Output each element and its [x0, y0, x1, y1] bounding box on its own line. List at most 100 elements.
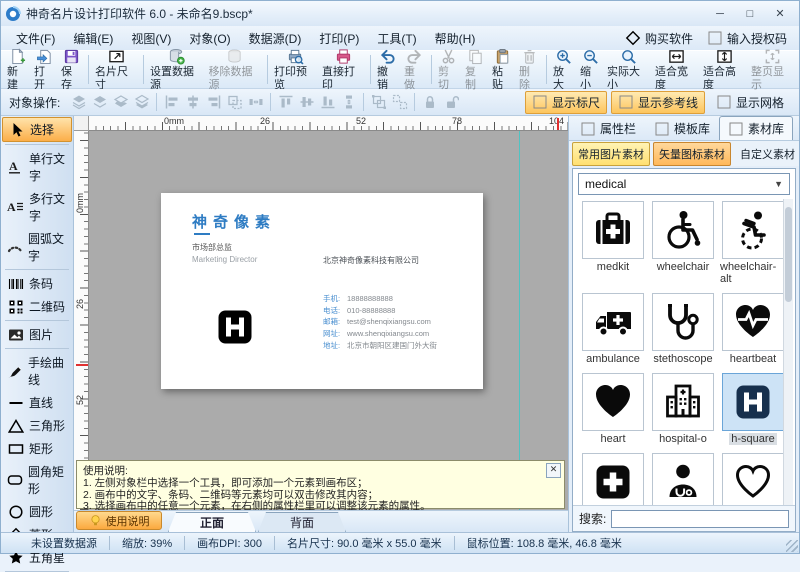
- page-tab-back[interactable]: 背面: [258, 512, 346, 532]
- horizontal-ruler[interactable]: 0mm265278104: [88, 116, 568, 131]
- toolbar-button-zoom-in[interactable]: 放大: [550, 47, 577, 93]
- toolbar-button-doc-new[interactable]: 新建: [4, 47, 31, 93]
- toolbar-button-fit-height[interactable]: 适合高度: [700, 47, 748, 93]
- sidebar-tool-barcode[interactable]: 条码: [2, 272, 72, 295]
- close-button[interactable]: ✕: [765, 4, 795, 23]
- toolbar-button-paste[interactable]: 粘贴: [489, 47, 516, 93]
- toolbar-button-undo[interactable]: 撤销: [374, 47, 401, 93]
- card-contact-row[interactable]: 邮箱:test@shenqixiangsu.com: [323, 316, 437, 328]
- toolbar-button-doc-open[interactable]: 打开: [31, 47, 58, 93]
- toolbar-button-copy[interactable]: 复制: [462, 47, 489, 93]
- object-op-unlock-button[interactable]: [440, 93, 461, 111]
- help-close-button[interactable]: ✕: [546, 463, 561, 478]
- material-subtab-3[interactable]: 自定义素材: [734, 142, 800, 166]
- card-company[interactable]: 北京神奇像素科技有限公司: [323, 255, 419, 266]
- material-tile-heart-o[interactable]: [722, 453, 784, 505]
- sidebar-tool-image[interactable]: 图片: [2, 323, 72, 346]
- object-op-group-button[interactable]: [368, 93, 389, 111]
- toolbar-button-fit-page[interactable]: 整页显示: [748, 47, 796, 93]
- material-tile-h-square[interactable]: [722, 373, 784, 431]
- toolbar-button-zoom-out[interactable]: 缩小: [577, 47, 604, 93]
- toggle-guideline[interactable]: 显示参考线: [611, 91, 705, 114]
- toolbar-button-db-remove[interactable]: 移除数据源: [206, 47, 265, 93]
- resize-grip[interactable]: [786, 540, 798, 552]
- menu-right-item-1[interactable]: 购买软件: [625, 30, 693, 47]
- sidebar-tool-rect[interactable]: 矩形: [2, 437, 72, 460]
- toolbar-button-fit-width[interactable]: 适合宽度: [652, 47, 700, 93]
- business-card[interactable]: 神奇像素 市场部总监 Marketing Director 北京神奇像素科技有限…: [161, 193, 483, 389]
- card-brand-text[interactable]: 神奇像素: [192, 211, 276, 232]
- sidebar-tool-text-multi[interactable]: A多行文字: [2, 187, 72, 227]
- category-select[interactable]: medical ▼: [578, 173, 790, 195]
- object-op-align-middle-button[interactable]: [296, 93, 317, 111]
- toolbar-button-print[interactable]: 直接打印: [319, 47, 367, 93]
- card-title-en[interactable]: Marketing Director: [192, 255, 257, 264]
- material-tile-wheelchair-alt[interactable]: [722, 201, 784, 259]
- object-op-align-bottom-button[interactable]: [317, 93, 338, 111]
- object-op-align-center-h-button[interactable]: [182, 93, 203, 111]
- toolbar-button-redo[interactable]: 重做: [401, 47, 428, 93]
- object-op-align-left-button[interactable]: [161, 93, 182, 111]
- scrollbar-thumb[interactable]: [785, 207, 792, 302]
- sidebar-tool-circle[interactable]: 圆形: [2, 500, 72, 523]
- object-op-lock-button[interactable]: [419, 93, 440, 111]
- toolbar-button-zoom-actual[interactable]: 实际大小: [604, 47, 652, 93]
- guide-line-vertical[interactable]: [519, 130, 520, 510]
- sidebar-tool-pen[interactable]: 手绘曲线: [2, 351, 72, 391]
- sidebar-tool-triangle[interactable]: 三角形: [2, 414, 72, 437]
- object-op-space-h-button[interactable]: [245, 93, 266, 111]
- material-tile-heart[interactable]: [582, 373, 644, 431]
- sidebar-tool-text-single[interactable]: A单行文字: [2, 147, 72, 187]
- card-title-cn[interactable]: 市场部总监: [192, 242, 232, 253]
- sidebar-tool-line[interactable]: 直线: [2, 391, 72, 414]
- object-op-layer-front-button[interactable]: [68, 93, 89, 111]
- card-contact-row[interactable]: 电话:010-88888888: [323, 305, 437, 317]
- grid-scrollbar[interactable]: [783, 199, 793, 505]
- search-input[interactable]: [611, 510, 789, 528]
- toggle-grid[interactable]: 显示网格: [709, 91, 791, 114]
- card-contact-row[interactable]: 网址:www.shenqixiangsu.com: [323, 328, 437, 340]
- material-tile-plus-square[interactable]: [582, 453, 644, 505]
- sidebar-tool-cursor[interactable]: 选择: [2, 117, 72, 142]
- sidebar-tool-text-arc[interactable]: 圆弧文字: [2, 227, 72, 267]
- page-tab-front[interactable]: 正面: [168, 512, 256, 532]
- object-op-space-v-button[interactable]: [338, 93, 359, 111]
- toolbar-button-save[interactable]: 保存: [58, 47, 85, 93]
- toolbar-button-trash[interactable]: 删除: [516, 47, 543, 93]
- toolbar-button-card-size[interactable]: 名片尺寸: [92, 47, 140, 93]
- maximize-button[interactable]: □: [735, 4, 765, 23]
- toolbar-button-db-set[interactable]: 设置数据源: [147, 47, 206, 93]
- panel-tab-template[interactable]: 模板库: [645, 116, 719, 140]
- object-op-ungroup-button[interactable]: [389, 93, 410, 111]
- object-op-align-top-button[interactable]: [275, 93, 296, 111]
- card-h-square-logo[interactable]: [200, 292, 270, 362]
- object-op-layer-backward-button[interactable]: [110, 93, 131, 111]
- sidebar-tool-rounded-rect[interactable]: 圆角矩形: [2, 460, 72, 500]
- canvas-area[interactable]: 0mm265278104 0mm2652 神奇像素 市场部总监 Marketin…: [74, 116, 568, 510]
- minimize-button[interactable]: ─: [705, 4, 735, 23]
- material-subtab-1[interactable]: 常用图片素材: [572, 142, 650, 166]
- menu-right-item-2[interactable]: 输入授权码: [707, 30, 787, 47]
- card-contact-row[interactable]: 地址:北京市朝阳区建国门外大街: [323, 340, 437, 352]
- material-tile-ambulance[interactable]: [582, 293, 644, 351]
- canvas-workarea[interactable]: 神奇像素 市场部总监 Marketing Director 北京神奇像素科技有限…: [88, 130, 568, 510]
- toolbar-button-print-preview[interactable]: 打印预览: [271, 47, 319, 93]
- sidebar-tool-qrcode[interactable]: 二维码: [2, 295, 72, 318]
- panel-tab-library[interactable]: 素材库: [719, 116, 793, 140]
- vertical-ruler[interactable]: 0mm2652: [74, 130, 89, 510]
- object-op-layer-back-button[interactable]: [131, 93, 152, 111]
- material-tile-heartbeat[interactable]: [722, 293, 784, 351]
- material-tile-user-md[interactable]: [652, 453, 714, 505]
- toggle-ruler[interactable]: 显示标尺: [525, 91, 607, 114]
- panel-tab-list[interactable]: 属性栏: [571, 116, 645, 140]
- object-op-align-right-button[interactable]: [203, 93, 224, 111]
- material-tile-stethoscope[interactable]: [652, 293, 714, 351]
- object-op-same-size-button[interactable]: [224, 93, 245, 111]
- toolbar-button-cut[interactable]: 剪切: [435, 47, 462, 93]
- material-tile-hospital-o[interactable]: [652, 373, 714, 431]
- material-subtab-2[interactable]: 矢量图标素材: [653, 142, 731, 166]
- material-tile-medkit[interactable]: [582, 201, 644, 259]
- object-op-layer-forward-button[interactable]: [89, 93, 110, 111]
- card-contact-row[interactable]: 手机:18888888888: [323, 293, 437, 305]
- help-button[interactable]: 使用说明: [76, 511, 162, 530]
